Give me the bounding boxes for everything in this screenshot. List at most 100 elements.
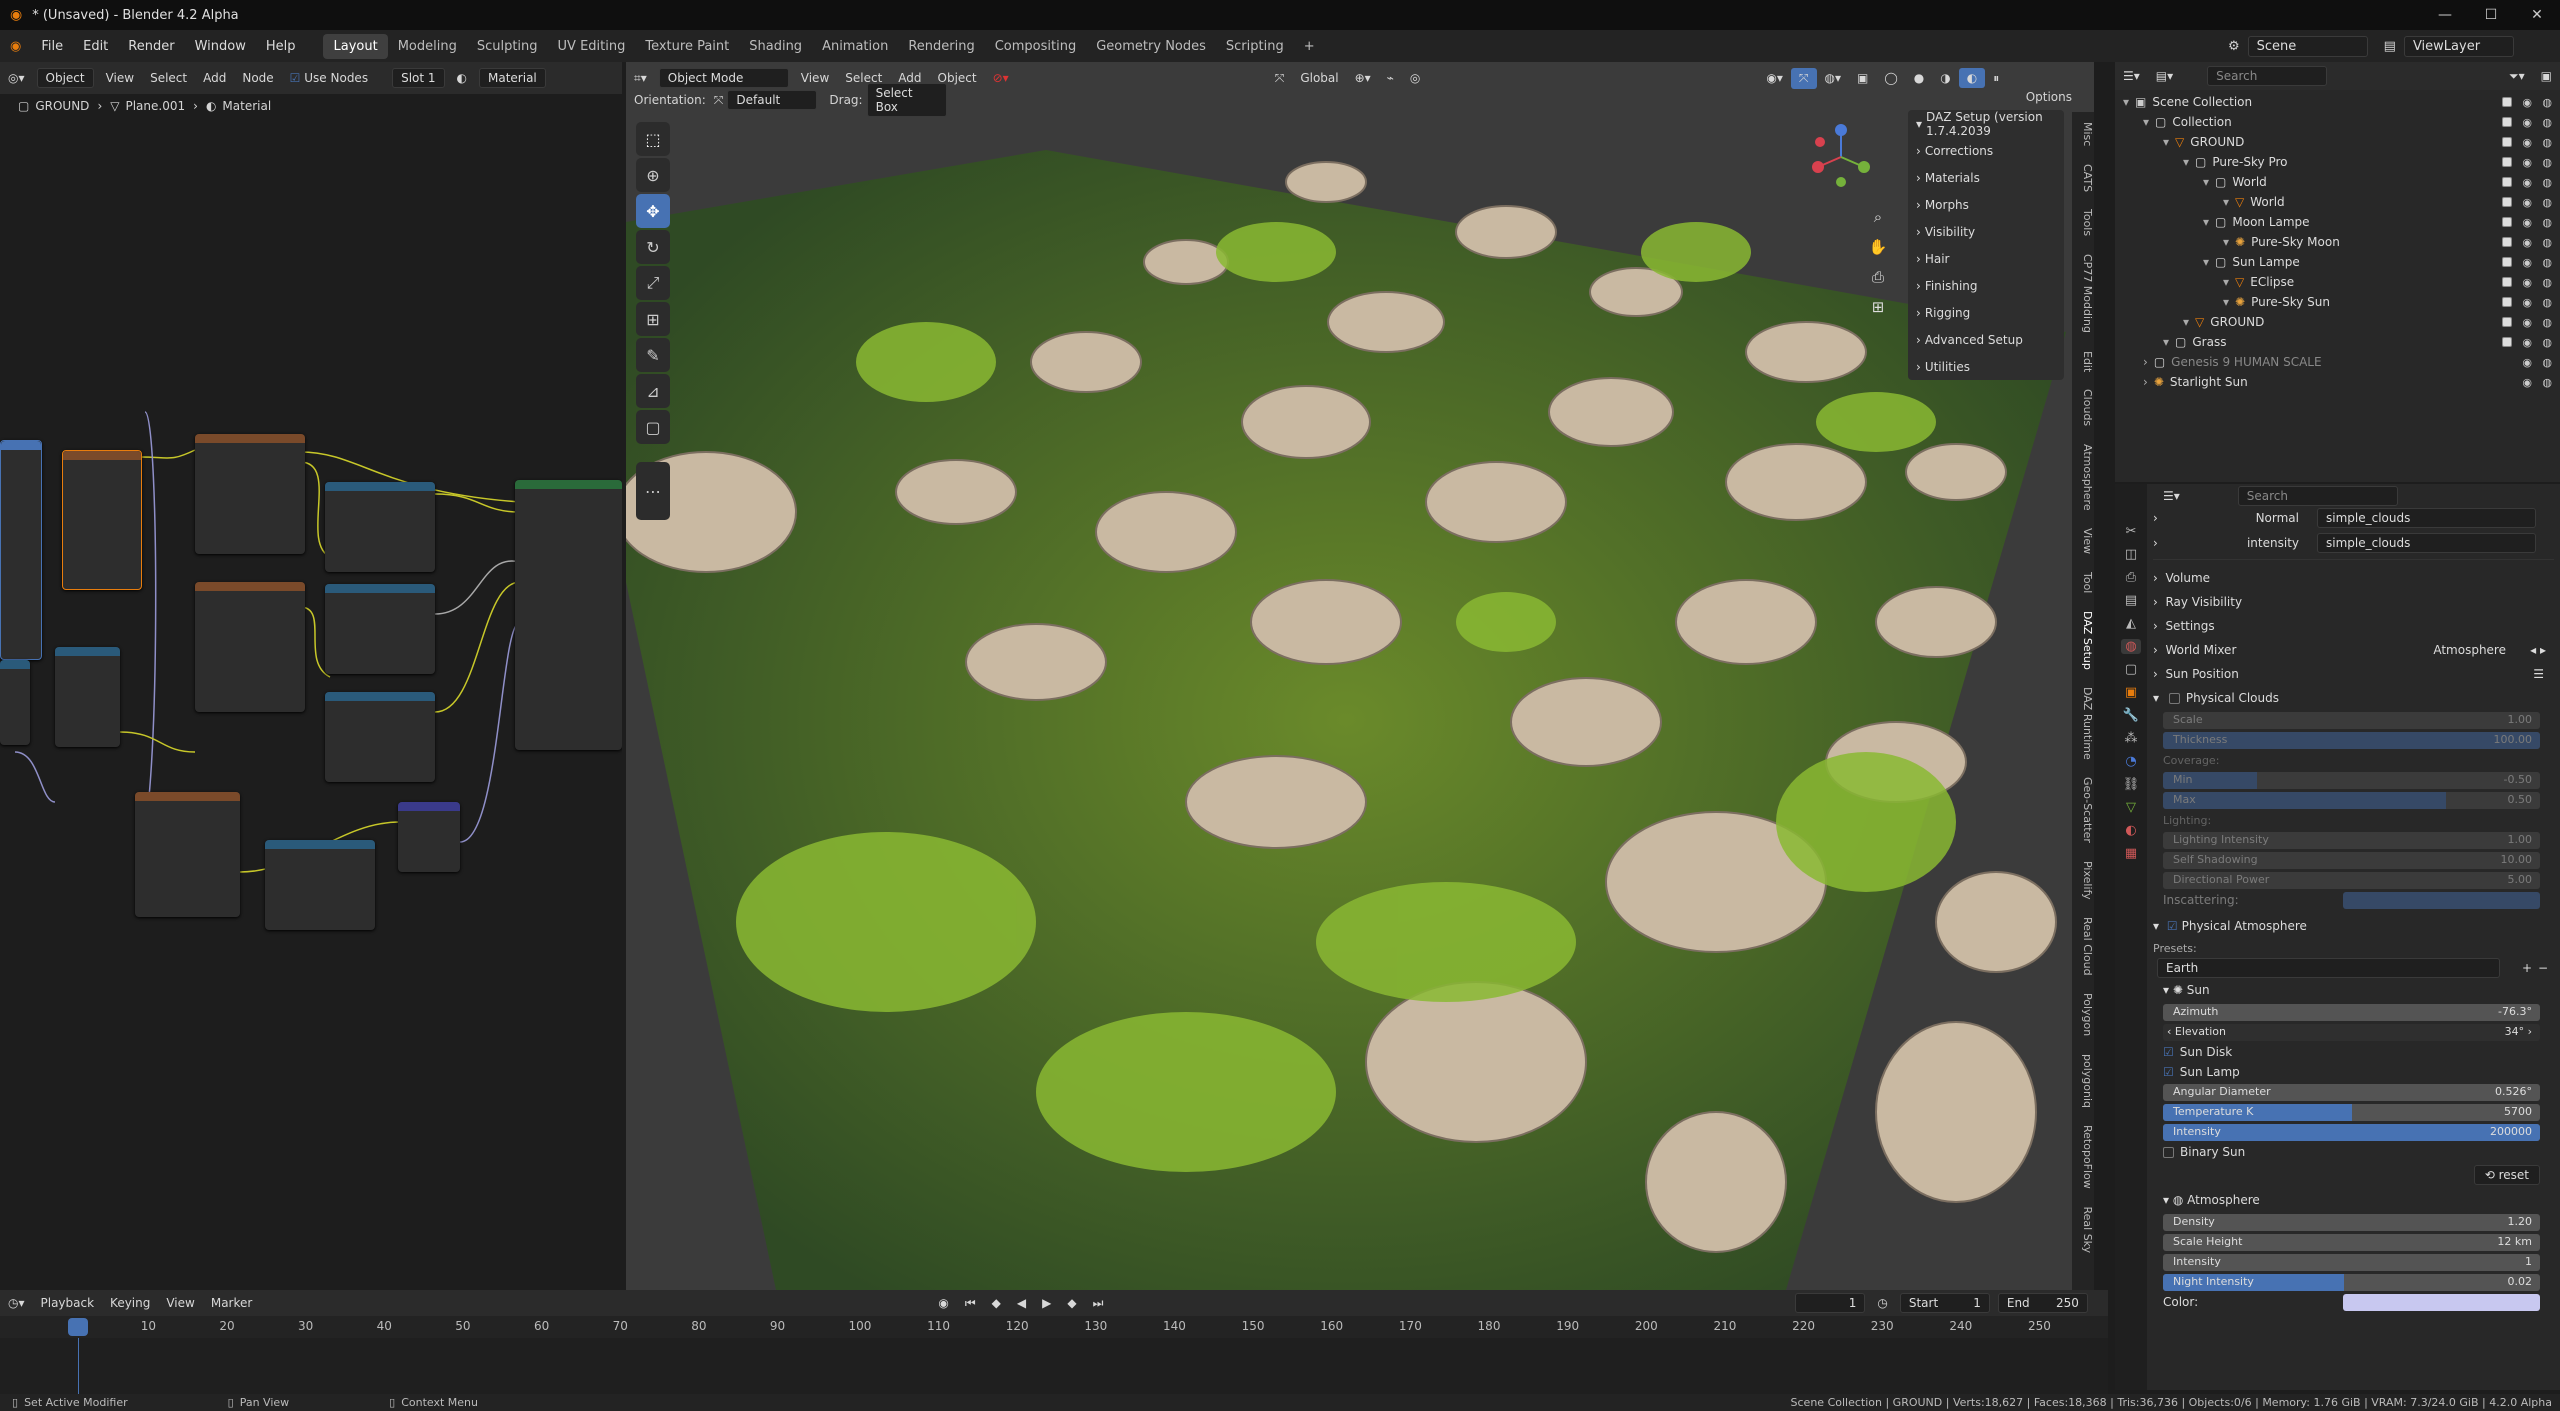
self-shadowing-field[interactable]: Self Shadowing 10.00: [2153, 850, 2554, 870]
prev-key-icon[interactable]: ◆: [984, 1293, 1009, 1313]
node-color-ramp-3[interactable]: [325, 692, 435, 782]
shader-node-editor[interactable]: ◎▾ Object View Select Add Node ☑ Use Nod…: [0, 62, 622, 1290]
workspace-tab-geometry-nodes[interactable]: Geometry Nodes: [1086, 34, 1216, 59]
sidebar-tab-misc[interactable]: Misc: [2081, 122, 2094, 146]
xray-icon[interactable]: ▣: [1849, 68, 1876, 88]
workspace-tab-rendering[interactable]: Rendering: [898, 34, 984, 59]
modifier-tab-icon[interactable]: 🔧: [2123, 708, 2139, 723]
render-camera-icon[interactable]: ◍: [2542, 236, 2552, 249]
elevation-field[interactable]: ‹ Elevation 34° ›: [2153, 1022, 2554, 1042]
atmosphere-color-swatch[interactable]: [2343, 1293, 2540, 1311]
visibility-eye-icon[interactable]: ◉: [2522, 156, 2532, 169]
transform-tool[interactable]: ⊞: [636, 302, 670, 336]
scene-selector[interactable]: Scene: [2247, 36, 2368, 57]
panel-physical-atmosphere[interactable]: ▾ ☑ Physical Atmosphere: [2153, 914, 2554, 938]
outliner-row[interactable]: › ✺ Starlight Sun ◉ ◍: [2115, 372, 2560, 392]
render-camera-icon[interactable]: ◍: [2542, 116, 2552, 129]
render-camera-icon[interactable]: ◍: [2542, 196, 2552, 209]
exclude-checkbox[interactable]: [2502, 237, 2512, 247]
menu-edit[interactable]: Edit: [73, 39, 118, 54]
density-field[interactable]: Density 1.20: [2153, 1212, 2554, 1232]
remove-preset-icon[interactable]: −: [2538, 961, 2548, 975]
panel-world-mixer[interactable]: › World Mixer Atmosphere ◂ ▸: [2153, 638, 2554, 662]
next-key-icon[interactable]: ◆: [1059, 1293, 1084, 1313]
workspace-tab-uv-editing[interactable]: UV Editing: [548, 34, 636, 59]
visibility-eye-icon[interactable]: ◉: [2522, 296, 2532, 309]
workspace-tab-modeling[interactable]: Modeling: [388, 34, 467, 59]
panel-volume[interactable]: › Volume: [2153, 566, 2554, 590]
workspace-tab-sculpting[interactable]: Sculpting: [467, 34, 548, 59]
exclude-checkbox[interactable]: [2502, 317, 2512, 327]
editor-type-icon[interactable]: ☰▾: [2115, 66, 2148, 86]
sidebar-tab-clouds[interactable]: Clouds: [2081, 389, 2094, 426]
node-bump[interactable]: [398, 802, 460, 872]
render-camera-icon[interactable]: ◍: [2542, 316, 2552, 329]
outliner-row[interactable]: ▾ ▣ Scene Collection ◉ ◍: [2115, 92, 2560, 112]
add-preset-icon[interactable]: +: [2522, 961, 2532, 975]
render-camera-icon[interactable]: ◍: [2542, 136, 2552, 149]
minimize-button[interactable]: —: [2422, 0, 2468, 30]
clouds-thickness-slider[interactable]: Thickness 100.00: [2153, 730, 2554, 750]
daz-item-hair[interactable]: › Hair: [1908, 245, 2064, 272]
expand-toggle[interactable]: ▾: [2183, 155, 2189, 169]
filter-icon[interactable]: ⏷▾: [2501, 66, 2533, 87]
snap-icon[interactable]: ⌁: [1379, 68, 1402, 88]
visibility-icon[interactable]: ◉▾: [1758, 68, 1791, 88]
menu-render[interactable]: Render: [118, 39, 184, 54]
sidebar-tab-daz-runtime[interactable]: DAZ Runtime: [2081, 687, 2094, 760]
solid-shading-icon[interactable]: ●: [1906, 68, 1932, 88]
preset-selector[interactable]: Earth: [2157, 958, 2500, 978]
physical-atmosphere-checkbox[interactable]: ☑: [2167, 919, 2178, 933]
annotate-tool[interactable]: ✎: [636, 338, 670, 372]
sidebar-tab-polygon[interactable]: Polygon: [2081, 993, 2094, 1036]
options-dropdown[interactable]: Options: [2026, 90, 2072, 104]
workspace-tab-animation[interactable]: Animation: [812, 34, 898, 59]
editor-type-icon[interactable]: ⌗▾: [626, 68, 655, 89]
daz-item-visibility[interactable]: › Visibility: [1908, 218, 2064, 245]
visibility-eye-icon[interactable]: ◉: [2522, 136, 2532, 149]
outliner-row[interactable]: ▾ ✺ Pure-Sky Moon ◉ ◍: [2115, 232, 2560, 252]
new-collection-icon[interactable]: ▣: [2533, 66, 2560, 86]
node-polygon-uv-mapping[interactable]: [62, 450, 142, 590]
gizmo-icon[interactable]: ⤧: [1790, 67, 1817, 89]
outliner-row[interactable]: ▾ ▽ GROUND ◉ ◍: [2115, 132, 2560, 152]
expand-toggle[interactable]: ▾: [2223, 295, 2229, 309]
daz-item-utilities[interactable]: › Utilities: [1908, 353, 2064, 380]
visibility-eye-icon[interactable]: ◉: [2522, 216, 2532, 229]
daz-item-materials[interactable]: › Materials: [1908, 164, 2064, 191]
exclude-checkbox[interactable]: [2502, 337, 2512, 347]
sidebar-tab-atmosphere[interactable]: Atmosphere: [2081, 444, 2094, 511]
texture-tab-icon[interactable]: ▦: [2125, 846, 2137, 861]
keying-menu[interactable]: Keying: [102, 1293, 158, 1313]
visibility-eye-icon[interactable]: ◉: [2522, 196, 2532, 209]
world-mixer-arrows[interactable]: ◂ ▸: [2530, 643, 2546, 657]
sidebar-tab-polygoniq[interactable]: polygoniq: [2081, 1054, 2094, 1108]
sidebar-tab-retopoflow[interactable]: RetopoFlow: [2081, 1125, 2094, 1189]
expand-toggle[interactable]: ▾: [2223, 235, 2229, 249]
object-tab-icon[interactable]: ▣: [2125, 685, 2137, 700]
editor-type-icon[interactable]: ◷▾: [0, 1293, 33, 1313]
preview-range-icon[interactable]: ◷: [1869, 1293, 1895, 1313]
directional-power-field[interactable]: Directional Power 5.00: [2153, 870, 2554, 890]
expand-toggle[interactable]: ›: [2143, 375, 2148, 389]
expand-toggle[interactable]: ▾: [2223, 275, 2229, 289]
record-icon[interactable]: ◉: [930, 1293, 956, 1313]
angular-diameter-field[interactable]: Angular Diameter 0.526°: [2153, 1082, 2554, 1102]
panel-sun[interactable]: ▾ ✺ Sun: [2153, 978, 2554, 1002]
tool-tab-icon[interactable]: ✂: [2126, 524, 2137, 539]
exclude-checkbox[interactable]: [2502, 177, 2512, 187]
expand-toggle[interactable]: ▾: [2203, 175, 2209, 189]
playhead[interactable]: [68, 1318, 88, 1336]
sun-lamp-checkbox[interactable]: ☑ Sun Lamp: [2153, 1062, 2554, 1082]
render-camera-icon[interactable]: ◍: [2542, 376, 2552, 389]
render-camera-icon[interactable]: ◍: [2542, 356, 2552, 369]
render-camera-icon[interactable]: ◍: [2542, 276, 2552, 289]
physical-clouds-checkbox[interactable]: [2168, 692, 2180, 704]
select-box-tool[interactable]: ⬚: [636, 122, 670, 156]
link-intensity-value[interactable]: simple_clouds: [2317, 533, 2536, 553]
wireframe-shading-icon[interactable]: ◯: [1876, 68, 1905, 88]
expand-toggle[interactable]: ›: [2143, 355, 2148, 369]
outliner-row[interactable]: ▾ ▢ Sun Lampe ◉ ◍: [2115, 252, 2560, 272]
mode-selector[interactable]: Object Mode: [658, 68, 789, 88]
exclude-checkbox[interactable]: [2502, 197, 2512, 207]
